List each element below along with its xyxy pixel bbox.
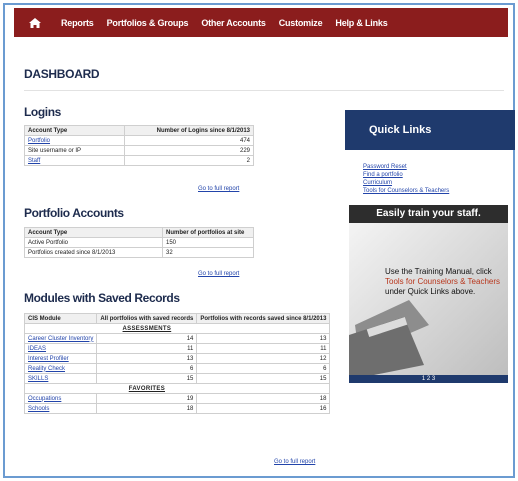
home-icon[interactable] [22,8,48,37]
all-count: 18 [96,403,198,414]
module-link[interactable]: Reality Check [23,363,98,374]
quick-link-password-reset[interactable]: Password Reset [363,163,449,171]
table-row: Reality Check 6 6 [23,363,331,374]
row-value: 2 [124,155,254,166]
promo-highlight: Tools for Counselors & Teachers [385,277,501,286]
modules-full-report-link[interactable]: Go to full report [274,459,315,465]
row-value: 32 [162,247,254,258]
col-all-portfolios: All portfolios with saved records [96,313,198,324]
logins-full-report-link[interactable]: Go to full report [198,186,239,192]
modules-title: Modules with Saved Records [24,291,180,305]
table-row: Occupations 19 18 [23,393,331,404]
col-account-type: Account Type [24,125,125,136]
table-row: Staff 2 [24,155,254,166]
nav-other-accounts[interactable]: Other Accounts [201,18,266,28]
module-link[interactable]: Career Cluster Inventory [23,333,98,344]
nav-reports[interactable]: Reports [61,18,94,28]
table-row: Career Cluster Inventory 14 13 [23,333,331,344]
nav-help-links[interactable]: Help & Links [335,18,387,28]
logins-title: Logins [24,105,61,119]
row-value: 474 [124,135,254,146]
col-portfolio-count: Number of portfolios at site [162,227,254,238]
module-link[interactable]: SKILLS [23,373,98,384]
since-count: 15 [196,373,331,384]
quick-links-list: Password Reset Find a portfolio Curricul… [363,163,449,195]
since-count: 18 [196,393,331,404]
module-link[interactable]: IDEAS [23,343,98,354]
category-label: FAVORITES [96,383,197,394]
table-row: Schools 18 16 [23,403,331,414]
module-link[interactable]: Occupations [23,393,98,404]
title-divider [24,90,504,91]
quick-links-header: Quick Links [345,110,515,150]
logins-table: Account Type Number of Logins since 8/1/… [24,125,254,166]
col-account-type: Account Type [24,227,163,238]
row-value: 150 [162,237,254,248]
table-row: Portfolio 474 [24,135,254,146]
modules-table: CIS Module All portfolios with saved rec… [23,313,331,414]
top-nav: Reports Portfolios & Groups Other Accoun… [14,8,508,37]
table-row: SKILLS 15 15 [23,373,331,384]
row-value: 229 [124,145,254,156]
category-row-assessments: ASSESSMENTS [23,323,331,334]
table-row: Portfolios created since 8/1/2013 32 [24,247,254,258]
training-promo-banner[interactable]: Easily train your staff. Use the Trainin… [349,205,508,380]
row-label-link[interactable]: Staff [24,155,125,166]
since-count: 16 [196,403,331,414]
all-count: 11 [96,343,198,354]
category-label: ASSESSMENTS [96,323,197,334]
portfolio-full-report-link[interactable]: Go to full report [198,271,239,277]
col-logins-count: Number of Logins since 8/1/2013 [124,125,254,136]
quick-link-curriculum[interactable]: Curriculum [363,179,449,187]
module-link[interactable]: Schools [23,403,98,414]
portfolio-accounts-title: Portfolio Accounts [24,206,124,220]
all-count: 14 [96,333,198,344]
promo-pager[interactable]: 1 2 3 [349,375,508,383]
nav-portfolios-groups[interactable]: Portfolios & Groups [107,18,189,28]
category-row-favorites: FAVORITES [23,383,331,394]
table-row: IDEAS 11 11 [23,343,331,354]
since-count: 12 [196,353,331,364]
page-title: DASHBOARD [24,67,100,81]
row-label: Site username or IP [24,145,125,156]
since-count: 11 [196,343,331,354]
module-link[interactable]: Interest Profiler [23,353,98,364]
table-row: Interest Profiler 13 12 [23,353,331,364]
row-label-link[interactable]: Portfolio [24,135,125,146]
all-count: 13 [96,353,198,364]
col-since-date: Portfolios with records saved since 8/1/… [196,313,331,324]
row-label: Active Portfolio [24,237,163,248]
table-row: Active Portfolio 150 [24,237,254,248]
all-count: 6 [96,363,198,374]
portfolio-accounts-table: Account Type Number of portfolios at sit… [24,227,254,258]
quick-link-tools[interactable]: Tools for Counselors & Teachers [363,187,449,195]
promo-text: Use the Training Manual, click Tools for… [385,267,501,296]
nav-customize[interactable]: Customize [279,18,323,28]
since-count: 13 [196,333,331,344]
all-count: 15 [96,373,198,384]
quick-link-find-portfolio[interactable]: Find a portfolio [363,171,449,179]
table-row: Site username or IP 229 [24,145,254,156]
since-count: 6 [196,363,331,374]
row-label: Portfolios created since 8/1/2013 [24,247,163,258]
all-count: 19 [96,393,198,404]
col-cis-module: CIS Module [23,313,98,324]
